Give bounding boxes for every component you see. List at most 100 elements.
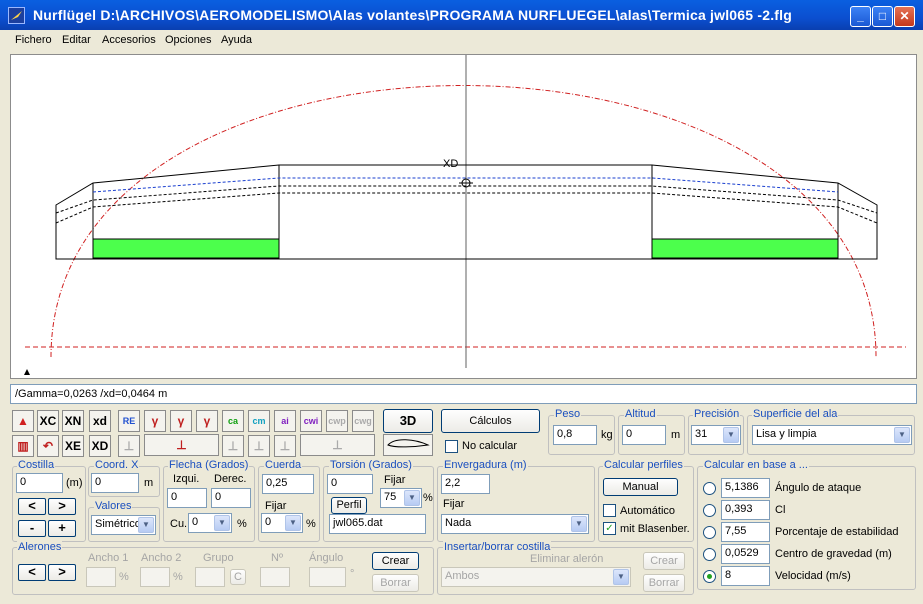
altitud-label: Altitud	[624, 408, 657, 420]
ribs-icon[interactable]: ▥	[12, 435, 34, 457]
cwp-button[interactable]: cwp	[326, 410, 348, 432]
insertar-costilla-label: Insertar/borrar costilla	[443, 541, 552, 553]
altitud-input[interactable]: 0	[622, 425, 666, 445]
valores-select[interactable]: Simétrico ▼	[91, 515, 156, 535]
peso-unit: kg	[601, 429, 613, 441]
grupo-input[interactable]	[195, 567, 225, 587]
blasenber-checkbox[interactable]: ✓	[603, 522, 616, 535]
xd-small-button[interactable]: xd	[89, 410, 111, 432]
estabilidad-input[interactable]: 7,55	[721, 522, 770, 542]
aleron-next-button[interactable]: >	[48, 564, 76, 581]
airfoil-view-icon[interactable]	[383, 434, 433, 456]
cuerda-fijar-select[interactable]: 0 ▼	[261, 513, 303, 533]
precision-select[interactable]: 31 ▼	[691, 425, 741, 445]
ca-button[interactable]: ca	[222, 410, 244, 432]
ai-button[interactable]: ai	[274, 410, 296, 432]
automatico-checkbox[interactable]	[603, 504, 616, 517]
menu-editar[interactable]: Editar	[62, 34, 91, 46]
cm-button[interactable]: cm	[248, 410, 270, 432]
plot-icon-1[interactable]: ⊥	[118, 435, 140, 457]
xe-button[interactable]: XE	[62, 435, 84, 457]
costilla-crear-button[interactable]: Crear	[643, 552, 685, 570]
calculos-button[interactable]: Cálculos	[441, 409, 540, 433]
costilla-remove-button[interactable]: -	[18, 520, 46, 537]
envergadura-input[interactable]: 2,2	[441, 474, 490, 494]
cuerda-input[interactable]: 0,25	[262, 474, 314, 494]
title-bar[interactable]: Nurflügel D:\ARCHIVOS\AEROMODELISMO\Alas…	[0, 0, 923, 30]
cl-radio[interactable]	[703, 504, 716, 517]
menu-fichero[interactable]: Fichero	[15, 34, 52, 46]
aleron-crear-button[interactable]: Crear	[372, 552, 419, 570]
cg-label: Centro de gravedad (m)	[775, 548, 892, 560]
envergadura-fijar-value: Nada	[445, 517, 472, 529]
scroll-marker-icon	[24, 369, 30, 375]
torsion-input[interactable]: 0	[327, 474, 373, 494]
ambos-select[interactable]: Ambos ▼	[441, 567, 631, 587]
estabilidad-radio[interactable]	[703, 526, 716, 539]
manual-button[interactable]: Manual	[603, 478, 678, 496]
aleron-prev-button[interactable]: <	[18, 564, 46, 581]
3d-view-button[interactable]: 3D	[383, 409, 433, 433]
undo-icon[interactable]: ↶	[37, 435, 59, 457]
cuerda-label: Cuerda	[264, 459, 303, 471]
plot-wide-icon[interactable]: ⊥	[144, 434, 219, 456]
wing-plan-icon[interactable]: ▲	[12, 410, 34, 432]
maximize-button[interactable]: □	[872, 6, 893, 27]
valores-value: Simétrico	[95, 518, 141, 530]
chevron-down-icon: ▼	[285, 515, 301, 531]
plot-wide-icon-2[interactable]: ⊥	[300, 434, 375, 456]
costilla-add-button[interactable]: +	[48, 520, 76, 537]
perfil-file-input[interactable]: jwl065.dat	[329, 514, 426, 534]
ancho2-input[interactable]	[140, 567, 170, 587]
numero-input[interactable]	[260, 567, 290, 587]
superficie-select[interactable]: Lisa y limpia ▼	[752, 425, 912, 445]
gamma-button-1[interactable]: γ	[144, 410, 166, 432]
angulo-input[interactable]: 5,1386	[721, 478, 770, 498]
costilla-next-button[interactable]: >	[48, 498, 76, 515]
peso-input[interactable]: 0,8	[553, 425, 597, 445]
cwg-button[interactable]: cwg	[352, 410, 374, 432]
ancho1-input[interactable]	[86, 567, 116, 587]
flecha-cu-select[interactable]: 0 ▼	[188, 513, 232, 533]
result-text-field[interactable]: /Gamma=0,0263 /xd=0,0464 m	[10, 384, 917, 404]
gamma-button-2[interactable]: γ	[170, 410, 192, 432]
menu-ayuda[interactable]: Ayuda	[221, 34, 252, 46]
torsion-fijar-label: Fijar	[384, 474, 406, 486]
menu-opciones[interactable]: Opciones	[165, 34, 211, 46]
costilla-input[interactable]: 0	[16, 473, 63, 493]
costilla-borrar-button[interactable]: Borrar	[643, 574, 685, 592]
plot-icon-4[interactable]: ⊥	[274, 435, 296, 457]
envergadura-fijar-select[interactable]: Nada ▼	[441, 514, 589, 534]
xn-button[interactable]: XN	[62, 410, 84, 432]
cl-input[interactable]: 0,393	[721, 500, 770, 520]
calcular-base-label: Calcular en base a ...	[703, 459, 809, 471]
cg-input[interactable]: 0,0529	[721, 544, 770, 564]
close-button[interactable]: ✕	[894, 6, 915, 27]
flecha-der-input[interactable]: 0	[211, 488, 251, 508]
re-button[interactable]: RE	[118, 410, 140, 432]
no-calcular-label: No calcular	[462, 440, 518, 452]
grupo-c-button[interactable]: C	[230, 569, 246, 585]
torsion-fijar-select[interactable]: 75 ▼	[380, 488, 422, 508]
cg-radio[interactable]	[703, 548, 716, 561]
xc-button[interactable]: XC	[37, 410, 59, 432]
costilla-prev-button[interactable]: <	[18, 498, 46, 515]
velocidad-radio[interactable]	[703, 570, 716, 583]
xd-button[interactable]: XD	[89, 435, 111, 457]
wing-plan-canvas[interactable]: XD	[10, 54, 917, 379]
plot-icon-2[interactable]: ⊥	[222, 435, 244, 457]
menu-accesorios[interactable]: Accesorios	[102, 34, 156, 46]
cwi-button[interactable]: cwi	[300, 410, 322, 432]
angulo-radio[interactable]	[703, 482, 716, 495]
angulo-aleron-input[interactable]	[309, 567, 346, 587]
ancho1-label: Ancho 1	[88, 552, 129, 564]
velocidad-input[interactable]: 8	[721, 566, 770, 586]
plot-icon-3[interactable]: ⊥	[248, 435, 270, 457]
flecha-izq-input[interactable]: 0	[167, 488, 207, 508]
gamma-button-3[interactable]: γ	[196, 410, 218, 432]
minimize-button[interactable]: _	[850, 6, 871, 27]
coord-x-input[interactable]: 0	[91, 473, 139, 493]
no-calcular-checkbox[interactable]	[445, 440, 458, 453]
perfil-button[interactable]: Perfil	[331, 497, 367, 514]
aleron-borrar-button[interactable]: Borrar	[372, 574, 419, 592]
